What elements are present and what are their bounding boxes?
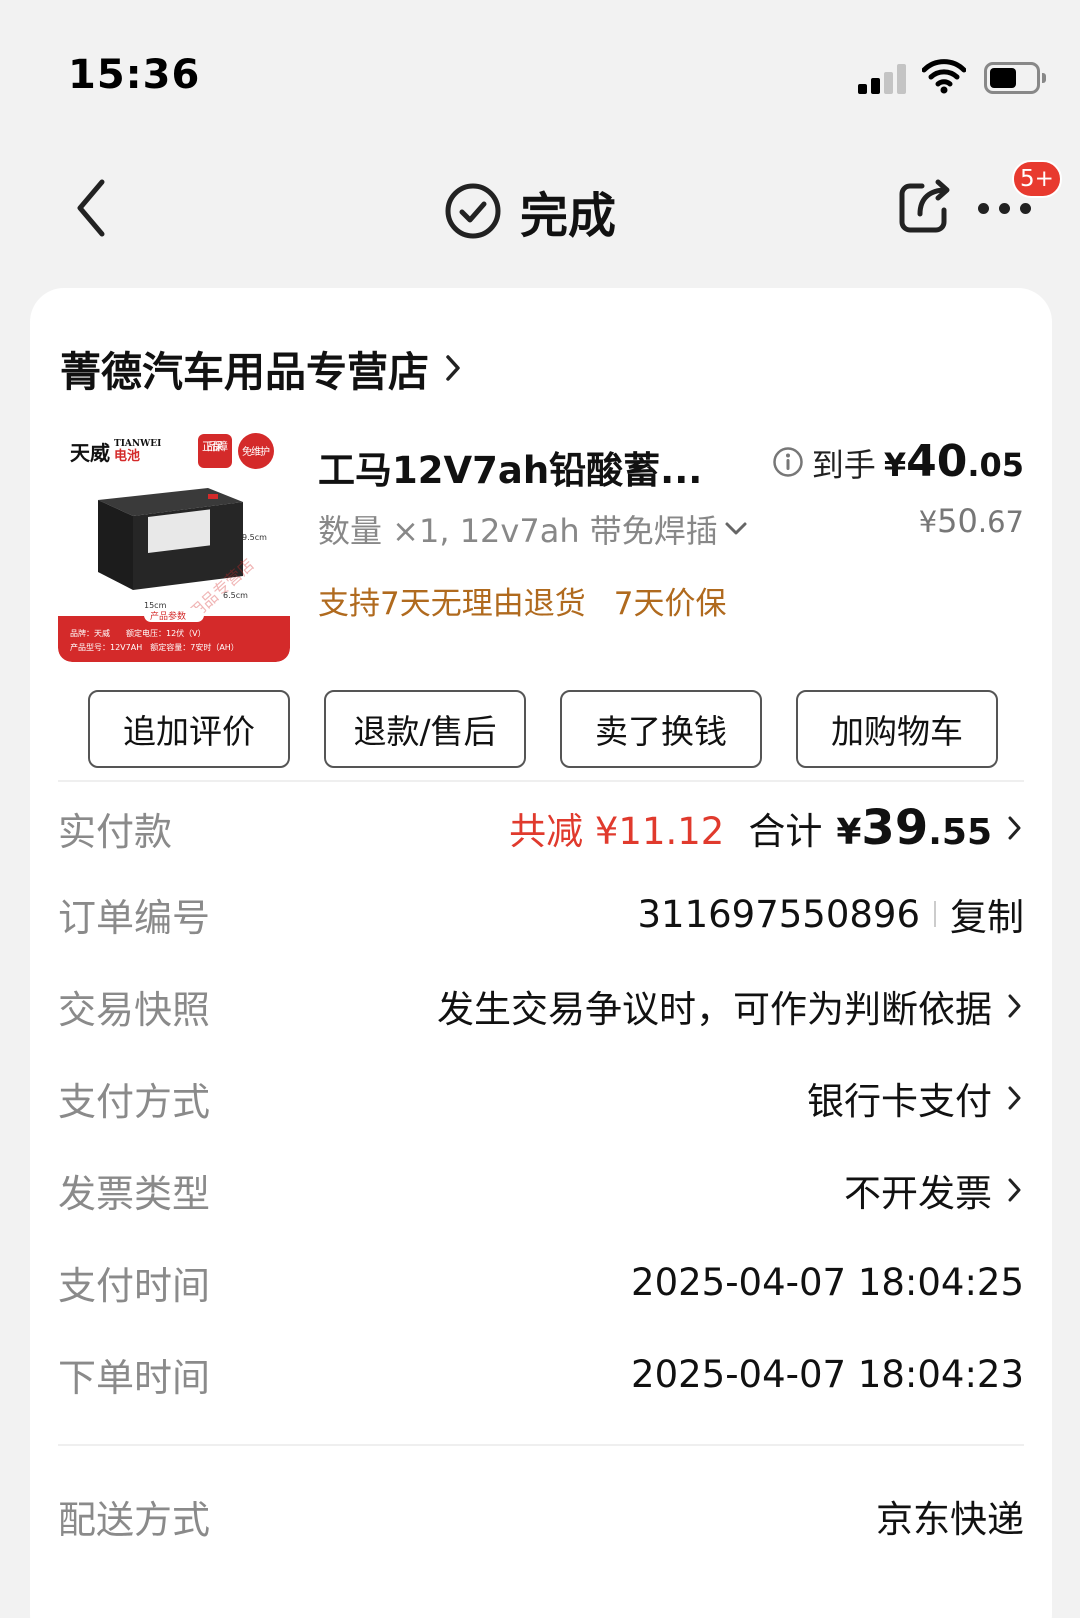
page-title-text: 完成 [520,188,617,244]
spec-text: 数量 ×1, 12v7ah 带免焊插 [318,512,718,550]
add-review-button[interactable]: 追加评价 [88,690,290,768]
order-number-row: 订单编号 311697550896 复制 [58,884,1024,944]
chevron-down-icon [725,522,747,535]
tag-authentic: 正品保障 [202,439,228,453]
chevron-right-icon [1008,1178,1021,1202]
total-label: 合计 [748,810,823,853]
payment-method-value: 银行卡支付 [807,1080,992,1123]
shop-name: 菁德汽车用品专营店 [60,348,429,396]
copy-button[interactable]: 复制 [950,887,1024,941]
price-int: 40 [906,436,968,487]
price-symbol: ¥ [883,446,907,484]
order-card: 菁德汽车用品专营店 天威 电池 TIANWEI 正品保障 免维护 9.5cm 1… [30,288,1052,1618]
total-dec: .55 [928,812,992,853]
brand-en-text: TIANWEI [114,439,161,449]
pay-time-value: 2025-04-07 18:04:25 [631,1260,1024,1304]
paid-amount-row[interactable]: 实付款 共减 ¥11.12 合计 ¥39.55 [58,798,1024,858]
add-to-cart-button[interactable]: 加购物车 [796,690,998,768]
chevron-right-icon [1008,994,1021,1018]
orig-price-symbol: ¥ [918,505,938,539]
panel-title: 产品参数 [150,610,186,622]
status-bar: 15:36 [0,0,1080,150]
back-chevron-icon[interactable] [70,176,120,240]
delivery-row: 配送方式 京东快递 [58,1486,1024,1546]
total-int: 39 [861,800,929,856]
battery-icon [984,62,1046,94]
chevron-right-icon [1008,816,1021,840]
dim-height: 9.5cm [242,533,267,542]
original-price: ¥50.67 [919,502,1024,540]
page-title: 完成 [444,178,616,244]
order-number: 311697550896 [637,892,921,936]
tag-price-protect: 7天价保 [613,586,727,622]
divider [58,1444,1024,1446]
tag-maintenance-free: 免维护 [242,445,270,458]
pay-time-row: 支付时间 2025-04-07 18:04:25 [58,1252,1024,1312]
share-icon[interactable] [896,178,954,236]
delivery-value: 京东快递 [876,1498,1024,1541]
refund-after-sale-button[interactable]: 退款/售后 [324,690,526,768]
info-icon[interactable] [772,446,804,478]
cellular-signal-icon [858,62,910,94]
invoice-value: 不开发票 [844,1172,992,1215]
check-circle-icon [445,183,501,239]
chevron-right-icon [446,355,460,381]
payment-method-row[interactable]: 支付方式 银行卡支付 [58,1068,1024,1128]
total-amount: ¥39.55 [836,800,992,856]
order-no-label: 订单编号 [58,895,211,940]
orig-price-int: 50 [937,502,978,540]
pay-time-label: 支付时间 [58,1263,211,1308]
service-tags: 支持7天无理由退货 7天价保 [318,578,726,623]
order-time-label: 下单时间 [58,1355,211,1400]
price-dec: .05 [967,446,1024,484]
total-symbol: ¥ [836,812,862,853]
divider [58,780,1024,782]
more-icon[interactable] [978,196,1038,220]
action-buttons: 追加评价 退款/售后 卖了换钱 加购物车 [88,690,998,768]
orig-price-dec: .67 [977,505,1024,539]
snapshot-label: 交易快照 [58,987,211,1032]
separator [934,901,936,927]
order-time-row: 下单时间 2025-04-07 18:04:23 [58,1344,1024,1404]
invoice-label: 发票类型 [58,1171,211,1216]
invoice-row[interactable]: 发票类型 不开发票 [58,1160,1024,1220]
shop-link[interactable]: 菁德汽车用品专营店 [60,338,463,398]
resell-button[interactable]: 卖了换钱 [560,690,762,768]
paid-label: 实付款 [58,809,173,854]
wifi-icon [922,59,966,94]
status-time: 15:36 [68,52,201,98]
order-time-value: 2025-04-07 18:04:23 [631,1352,1024,1396]
panel-line-2: 产品型号：12V7AH 额定容量：7安时（AH） [70,642,239,652]
brand-text: 天威 [70,441,110,465]
spec-selector[interactable]: 数量 ×1, 12v7ah 带免焊插 [318,506,748,552]
delivery-label: 配送方式 [58,1497,211,1542]
snapshot-value: 发生交易争议时，可作为判断依据 [437,988,992,1031]
panel-line-1: 品牌：天威 额定电压：12伏（V） [70,628,206,638]
snapshot-row[interactable]: 交易快照 发生交易争议时，可作为判断依据 [58,976,1024,1036]
notification-badge: 5+ [1012,160,1062,198]
final-price: 到手 ¥40.05 [772,436,1024,487]
tag-return: 支持7天无理由退货 [318,586,586,622]
chevron-right-icon [1008,1086,1021,1110]
payment-method-label: 支付方式 [58,1079,211,1124]
product-image[interactable]: 天威 电池 TIANWEI 正品保障 免维护 9.5cm 15cm 6.5cm … [58,430,290,662]
discount-total: 共减 ¥11.12 [509,810,725,853]
product-title[interactable]: 工马12V7ah铅酸蓄... [318,440,738,494]
price-label: 到手 [811,446,876,484]
brand-sub-text: 电池 [114,448,140,464]
